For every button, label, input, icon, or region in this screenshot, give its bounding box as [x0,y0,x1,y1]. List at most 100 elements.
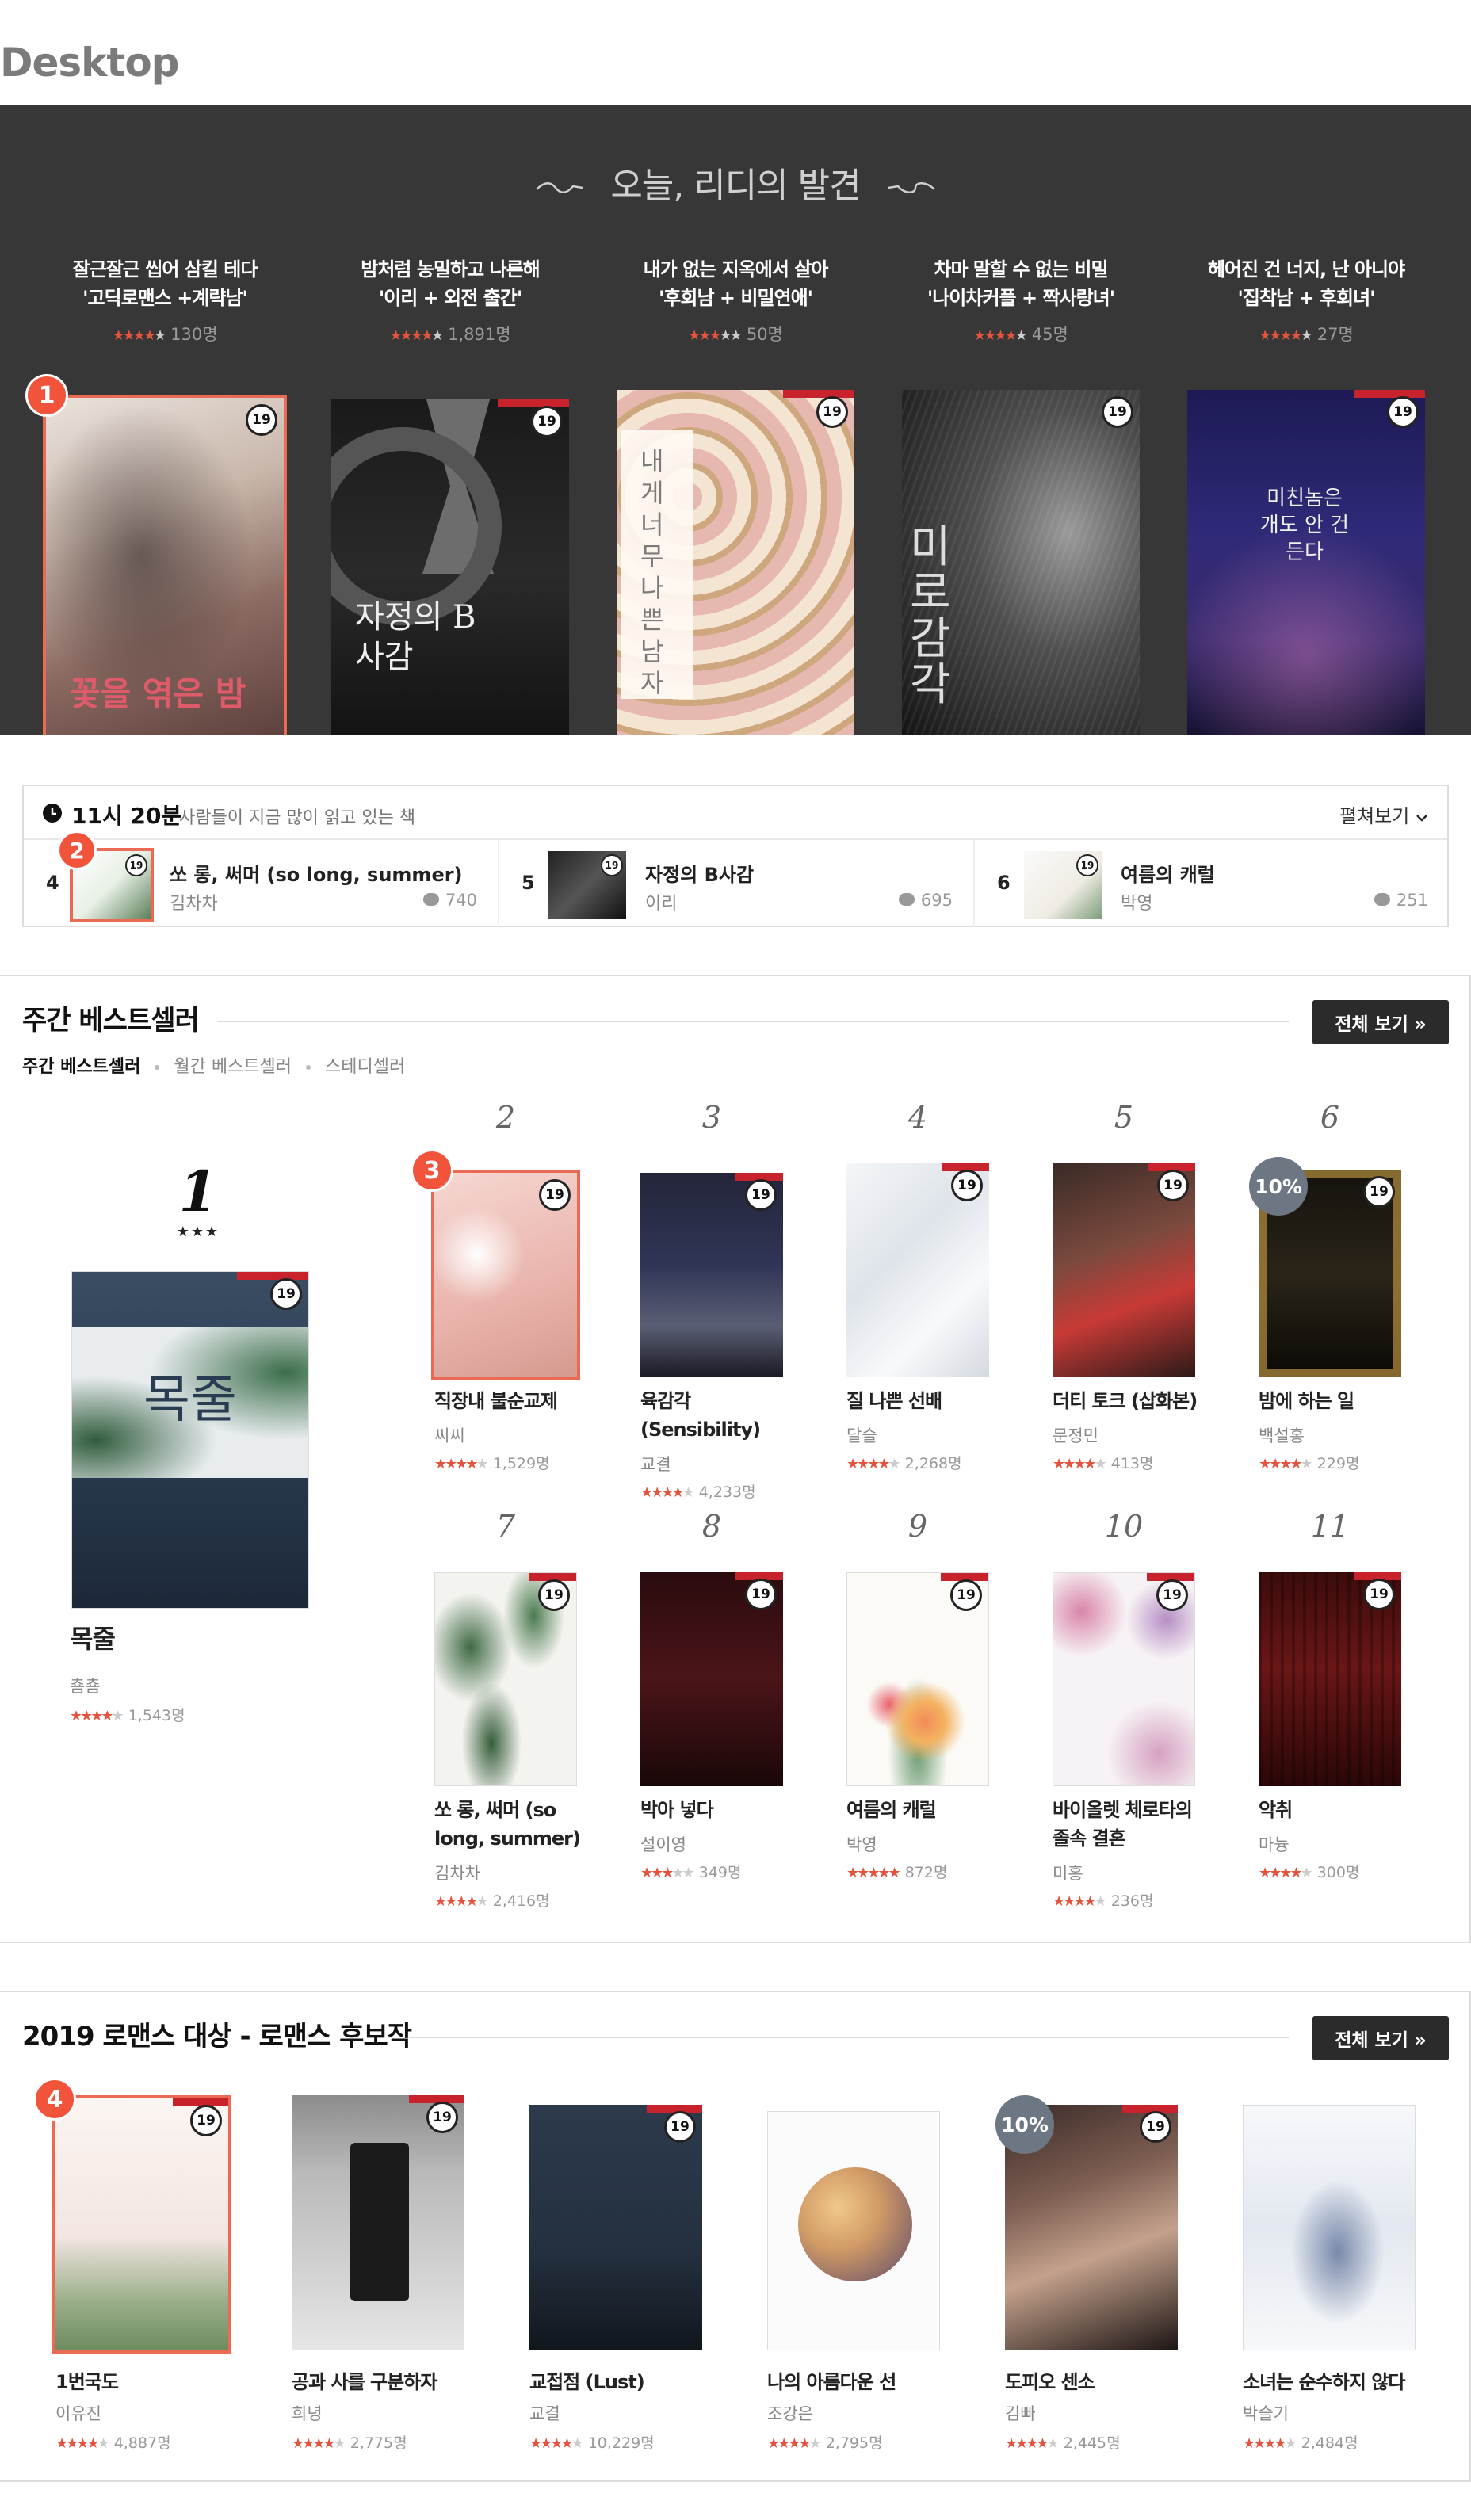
book-author[interactable]: 설이영 [640,1832,686,1856]
rating-stars: ★★★★★ [389,327,444,344]
book-title[interactable]: 도피오 센소 [1005,2368,1179,2396]
trending-item[interactable]: 5 19 자정의 B사감 이리 695 [499,840,972,927]
book-cover-rank-4[interactable]: 19 [846,1163,989,1377]
book-author[interactable]: 김빠 [1005,2401,1036,2425]
book-title[interactable]: 육감각 (Sensibility) [640,1387,788,1444]
book-author[interactable]: 조강은 [767,2401,813,2425]
hero-cover-3[interactable]: 19 내게 너무 나쁜 남자 [617,390,854,735]
book-title[interactable]: 박아 넣다 [640,1796,783,1824]
rating-stars: ★★★★★ [112,327,166,344]
book-title[interactable]: 직장내 불순교제 [434,1387,577,1415]
hero-cover-1[interactable]: 19 꽃을 엮은 밤 [43,395,287,735]
age-19-badge: 19 [950,1579,982,1611]
book-title[interactable]: 공과 사를 구분하자 [292,2368,498,2396]
rating-stars: ★★★★★ [1259,327,1313,344]
book-rating: ★★★★★ 4,233명 [640,1483,756,1501]
romance-book-cover-3[interactable]: 19 [529,2105,702,2350]
tab-monthly[interactable]: 월간 베스트셀러 [174,1057,292,1077]
book-rating: ★★★★★ 236명 [1053,1892,1154,1910]
book-author[interactable]: 박슬기 [1243,2401,1289,2425]
book-author[interactable]: 달슬 [846,1423,877,1447]
book-cover-rank-5[interactable]: 19 [1053,1163,1195,1377]
pick-text-4[interactable]: 차마 말할 수 없는 비밀 '나이차커플 + 짝사랑녀' ★★★★★ 45명 [878,255,1163,346]
rank-number: 10 [1104,1509,1144,1544]
rank-number: 1 [178,1159,218,1224]
rating-stars: ★★★★★ [688,327,743,344]
rank-stars: ★★★ [176,1224,220,1240]
book-cover-rank-8[interactable]: 19 [640,1572,783,1786]
book-author[interactable]: 박영 [846,1832,877,1856]
swirl-right-icon [888,182,935,193]
tab-steady[interactable]: 스테디셀러 [325,1057,405,1077]
book-title[interactable]: 목줄 [70,1625,116,1653]
book-thumbnail: 19 [548,851,626,919]
tab-weekly[interactable]: 주간 베스트셀러 [22,1057,140,1077]
book-cover-rank-9[interactable]: 19 [846,1572,989,1786]
romance-book-cover-6[interactable] [1243,2105,1416,2350]
book-cover-rank-2[interactable]: 19 [431,1170,580,1380]
view-all-button[interactable]: 전체 보기 » [1312,2016,1449,2060]
marker-badge-3: 3 [411,1149,453,1192]
hourglass-art [331,399,502,625]
age-19-badge: 19 [1387,396,1419,428]
rank-number: 9 [907,1509,928,1544]
pick-text-1[interactable]: 잘근잘근 씹어 삼킬 테다 '고딕로맨스 +계략남' ★★★★★ 130명 [22,255,308,346]
book-rating: ★★★★★ 2,445명 [1005,2434,1121,2452]
book-cover-rank-1[interactable]: 목줄 19 [71,1271,309,1609]
comment-icon [898,893,915,906]
book-title[interactable]: 바이올렛 체로타의 졸속 결혼 [1053,1796,1203,1853]
trending-panel: 11시 20분 사람들이 지금 많이 읽고 있는 책 펼쳐보기 2 4 19 쏘… [22,785,1449,927]
book-author[interactable]: 춈춈 [70,1674,101,1697]
book-author[interactable]: 마늉 [1259,1832,1290,1856]
expand-toggle[interactable]: 펼쳐보기 [1339,800,1428,828]
book-author[interactable]: 교결 [529,2401,560,2425]
trending-item[interactable]: 6 19 여름의 캐럴 박영 251 [975,840,1447,927]
book-title[interactable]: 밤에 하는 일 [1259,1387,1401,1415]
book-title[interactable]: 1번국도 [55,2368,246,2396]
book-cover-rank-7[interactable]: 19 [434,1572,577,1786]
hero-cover-5[interactable]: 19 미친놈은 개도 안 건든다 [1187,390,1425,735]
book-author[interactable]: 미홍 [1053,1861,1083,1884]
trending-time: 11시 20분 [71,803,182,829]
book-author[interactable]: 문정민 [1053,1423,1098,1447]
book-title[interactable]: 소녀는 순수하지 않다 [1243,2368,1457,2396]
book-rating: ★★★★★ 1,529명 [434,1455,550,1472]
book-author[interactable]: 희녕 [292,2401,323,2425]
book-cover-rank-10[interactable]: 19 [1053,1572,1195,1786]
trending-header: 11시 20분 사람들이 지금 많이 읽고 있는 책 펼쳐보기 [24,786,1447,840]
section-title: 주간 베스트셀러 [22,1005,200,1037]
book-author[interactable]: 백설홍 [1259,1423,1305,1447]
hero-cover-4[interactable]: 19 미로감각 [902,390,1140,735]
romance-book-cover-4[interactable] [767,2111,940,2350]
book-cover-rank-3[interactable]: 19 [640,1173,783,1377]
book-author[interactable]: 이유진 [55,2401,101,2425]
book-author[interactable]: 씨씨 [434,1423,465,1447]
pick-text-2[interactable]: 밤처럼 농밀하고 나른해 '이리 + 외전 출간' ★★★★★ 1,891명 [308,255,593,346]
romance-book-cover-1[interactable]: 19 [52,2095,231,2354]
book-thumbnail: 19 [1024,851,1102,919]
book-cover-rank-11[interactable]: 19 [1259,1572,1401,1786]
swirl-left-icon [536,182,583,193]
book-title[interactable]: 나의 아름다운 선 [767,2368,957,2396]
romance-book-cover-2[interactable]: 19 [292,2095,464,2350]
age-19-badge: 19 [538,1579,570,1611]
hero-cover-2[interactable]: 19 자정의 B사감 [331,399,569,735]
book-author[interactable]: 교결 [640,1452,671,1476]
pick-text-3[interactable]: 내가 없는 지옥에서 살아 '후회남 + 비밀연애' ★★★★★ 50명 [593,255,878,346]
book-rating: ★★★★★ 2,775명 [292,2434,407,2452]
view-all-button[interactable]: 전체 보기 » [1312,1000,1449,1044]
book-title[interactable]: 더티 토크 (삽화본) [1053,1387,1211,1415]
book-title[interactable]: 질 나쁜 선배 [846,1387,989,1415]
book-title[interactable]: 여름의 캐럴 [846,1796,989,1824]
rank-number: 6 [1320,1100,1340,1135]
book-title[interactable]: 악취 [1259,1796,1401,1824]
book-title[interactable]: 교접점 (Lust) [529,2368,704,2396]
discount-badge: 10% [1249,1157,1308,1216]
age-19-badge: 19 [1363,1176,1395,1208]
pick-text-5[interactable]: 헤어진 건 너지, 난 아니야 '집착남 + 후회녀' ★★★★★ 27명 [1163,255,1449,346]
cover-title: 내게 너무 나쁜 남자 [640,446,664,698]
clock-icon [43,804,62,823]
rank-number: 11 [1310,1509,1350,1544]
book-author[interactable]: 김차차 [434,1861,480,1884]
book-title[interactable]: 쏘 롱, 써머 (so long, summer) [434,1796,585,1853]
